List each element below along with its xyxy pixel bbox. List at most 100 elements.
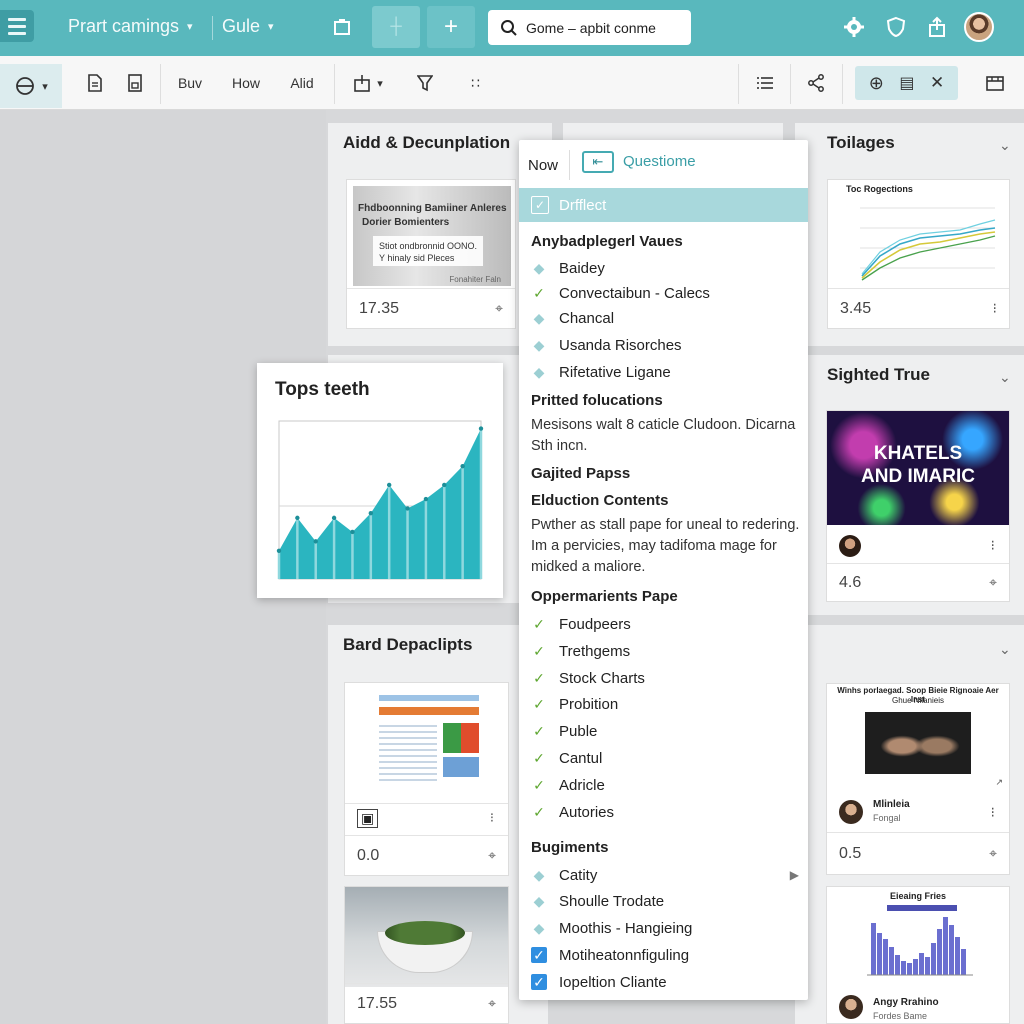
globe-grid-icon[interactable]: ⊕	[869, 73, 884, 94]
card-toolbar: ▣ ⁝	[345, 803, 508, 833]
chevron-down-icon: ▾	[187, 21, 193, 33]
chart-point	[405, 506, 410, 511]
media-card[interactable]: Winhs porlaegad. Soop Bieie Rignoaie Aer…	[826, 683, 1010, 875]
pin-icon[interactable]: ⌖	[488, 847, 496, 864]
pin-icon[interactable]: ⌖	[989, 845, 997, 862]
filter-button[interactable]	[414, 70, 436, 96]
share-link-button[interactable]	[805, 70, 827, 96]
question-label[interactable]: Questiome	[623, 153, 696, 170]
menu-item-label: Baidey	[559, 259, 605, 277]
crosshair-button[interactable]: ┼	[372, 6, 420, 48]
menu-item[interactable]: ◆ Chancal	[531, 307, 799, 329]
checkbox-checked-icon: ✓	[531, 974, 547, 990]
dot-icon: ◆	[533, 892, 545, 909]
user-avatar[interactable]	[964, 12, 994, 42]
pin-icon[interactable]: ⌖	[488, 995, 496, 1012]
question-button[interactable]: ⇤	[582, 151, 614, 173]
menu-item[interactable]: ✓ Stock Charts	[531, 667, 799, 689]
menu-item[interactable]: ◆ Baidey	[531, 257, 799, 279]
menu-item-label: Stock Charts	[559, 669, 645, 687]
mode-dropdown[interactable]: ▾	[0, 64, 62, 108]
thumb-subtitle: Ghue Nilanieis	[891, 696, 945, 705]
close-icon[interactable]: ✕	[930, 73, 944, 93]
media-card[interactable]: KHATELS AND IMARIC ⁝ 4.6 ⌖	[826, 410, 1010, 602]
search-input[interactable]	[526, 19, 676, 36]
menu-item[interactable]: ◆ Shoulle Trodate	[531, 890, 799, 912]
dot-icon: ◆	[533, 919, 545, 936]
nav-dropdown-main[interactable]: Prart camings ▾	[68, 16, 193, 37]
menu-item[interactable]: ✓ Convectaibun - Calecs	[531, 282, 799, 304]
panel-icon	[986, 76, 1004, 91]
document-button[interactable]	[84, 70, 106, 96]
add-button[interactable]: +	[427, 6, 475, 48]
shield-button[interactable]	[883, 14, 909, 40]
menu-item-highlighted[interactable]: ✓ Drfflect	[519, 188, 808, 222]
card-thumbnail	[345, 887, 508, 987]
menu-item[interactable]: ✓ Foudpeers	[531, 613, 799, 635]
nav-dropdown-secondary[interactable]: Gule ▾	[222, 16, 274, 37]
avatar[interactable]	[839, 995, 863, 1019]
divider	[569, 150, 570, 180]
image-icon[interactable]: ▣	[357, 809, 379, 828]
window-button[interactable]	[318, 6, 366, 48]
toolbar-button-2[interactable]: How	[226, 70, 266, 96]
export-dropdown[interactable]: ▾	[348, 70, 388, 96]
menu-item[interactable]: ✓ Autories	[531, 801, 799, 823]
more-vertical-icon[interactable]: ⁝	[993, 300, 997, 317]
menu-item[interactable]: ◆ Rifetative Ligane	[531, 361, 799, 383]
toolbar: ▾ Buv How Alid ▾ ∷ ⊕ ▤ ✕	[0, 56, 1024, 110]
media-card[interactable]: 17.55 ⌖	[344, 886, 509, 1024]
area-series	[279, 428, 481, 579]
hamburger-menu-icon[interactable]	[0, 10, 34, 42]
section-heading: Pritted folucations	[531, 392, 663, 409]
pin-icon[interactable]: ⌖	[989, 574, 997, 591]
avatar[interactable]	[839, 535, 861, 557]
floating-chart-card[interactable]: Tops teeth	[257, 363, 503, 598]
file-button[interactable]	[124, 70, 146, 96]
card-value: 0.5	[839, 844, 862, 862]
chart-point	[331, 515, 337, 521]
menu-item[interactable]: ✓ Puble	[531, 720, 799, 742]
more-vertical-icon[interactable]: ⁝	[991, 537, 995, 554]
share-button[interactable]	[924, 14, 950, 40]
chart-point	[276, 548, 282, 553]
menu-item[interactable]: ◆ Catity ▶	[531, 864, 799, 886]
panel-button[interactable]	[984, 70, 1006, 96]
table-icon[interactable]: ▤	[899, 73, 914, 93]
more-vertical-icon[interactable]: ⁝	[991, 804, 995, 821]
toolbar-button-3[interactable]: Alid	[284, 70, 320, 96]
avatar[interactable]	[839, 800, 863, 824]
menu-item[interactable]: ✓ Cantul	[531, 747, 799, 769]
chart-title: Tops teeth	[275, 379, 370, 400]
author-subtitle: Fordes Bame	[873, 1011, 928, 1021]
menu-item-label: Shoulle Trodate	[559, 892, 665, 910]
more-options-icon[interactable]: ∷	[464, 70, 488, 96]
menu-item[interactable]: ✓ Adricle	[531, 774, 799, 796]
dot-icon: ◆	[533, 363, 545, 380]
column-title: Aidd & Decunplation	[343, 133, 511, 152]
dot-icon: ◆	[533, 259, 545, 276]
media-card[interactable]: ▣ ⁝ 0.0 ⌖	[344, 682, 509, 876]
list-view-button[interactable]	[754, 70, 776, 96]
menu-item[interactable]: ✓ Trethgems	[531, 640, 799, 662]
pin-icon[interactable]: ⌖	[495, 300, 503, 317]
chart-card[interactable]: Toc Rogections 3.45 ⁝	[827, 179, 1010, 329]
menu-item[interactable]: ◆ Moothis - Hangieing	[531, 917, 799, 939]
menu-item[interactable]: ✓ Iopeltion Cliante	[531, 971, 799, 993]
chart-card[interactable]: Eieaing Fries Angy Rrahino Fordes Bame	[826, 886, 1010, 1024]
menu-item[interactable]: ✓ Probition	[531, 693, 799, 715]
more-vertical-icon[interactable]: ⁝	[490, 810, 494, 826]
chevron-down-icon[interactable]: ⌄	[999, 641, 1011, 658]
chevron-down-icon[interactable]: ⌄	[999, 137, 1011, 154]
active-tool-group: ⊕ ▤ ✕	[855, 66, 958, 100]
now-label[interactable]: Now	[528, 157, 558, 174]
search-box[interactable]	[488, 10, 691, 45]
divider	[738, 64, 739, 104]
settings-button[interactable]	[841, 14, 867, 40]
menu-item[interactable]: ✓ Motiheatonnfiguling	[531, 944, 799, 966]
chevron-down-icon[interactable]: ⌄	[999, 369, 1011, 386]
list-icon	[757, 77, 773, 89]
media-card[interactable]: Fhdboonning Bamiiner Anleres Dorier Bomi…	[346, 179, 516, 329]
toolbar-button-1[interactable]: Buv	[172, 70, 208, 96]
menu-item[interactable]: ◆ Usanda Risorches	[531, 334, 799, 356]
